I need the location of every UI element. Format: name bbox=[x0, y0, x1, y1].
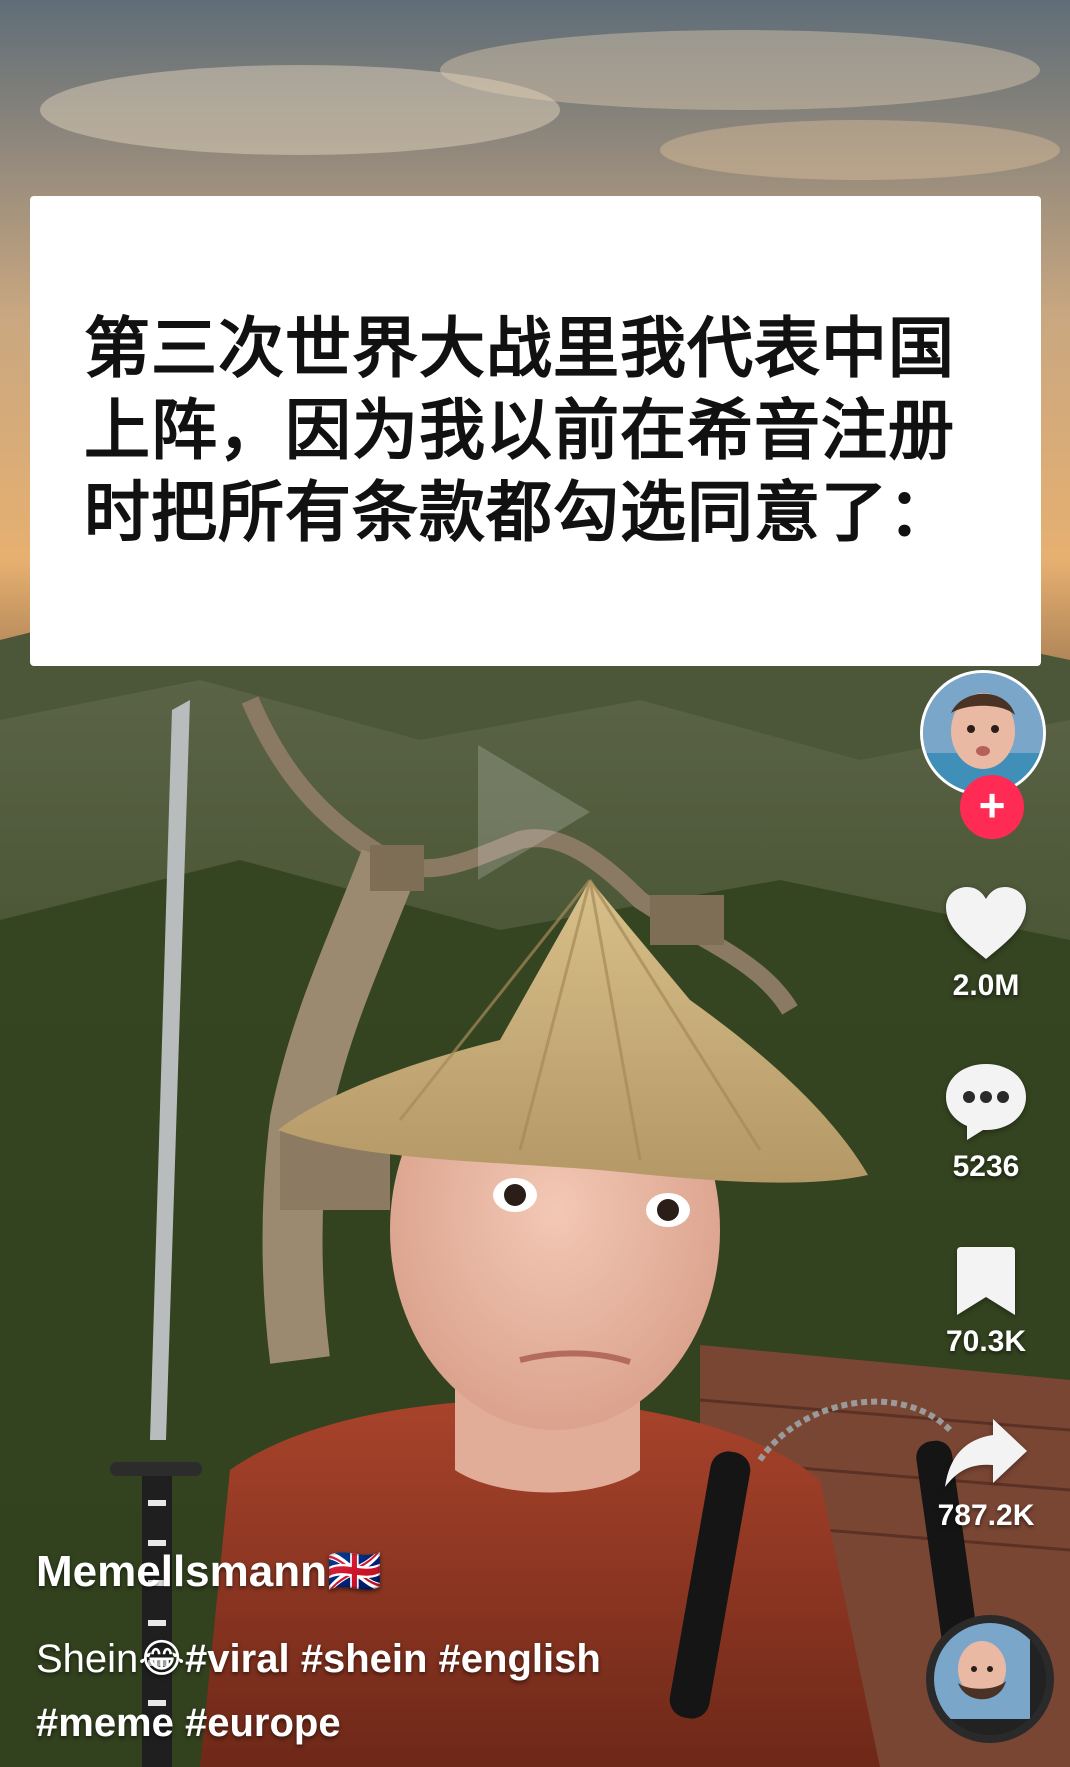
share-button[interactable]: 787.2K bbox=[912, 1415, 1060, 1533]
video-description: Shein😂#viral #shein #english #meme #euro… bbox=[36, 1627, 916, 1755]
bookmark-button[interactable]: 70.3K bbox=[912, 1245, 1060, 1359]
caption-text: 第三次世界大战里我代表中国 上阵，因为我以前在希音注册 时把所有条款都勾选同意了… bbox=[84, 310, 955, 551]
hashtag-viral[interactable]: #viral bbox=[185, 1637, 290, 1681]
sound-disc-avatar-image bbox=[934, 1623, 1030, 1719]
plus-icon: + bbox=[978, 779, 1006, 831]
author-avatar-button[interactable]: + bbox=[920, 670, 1046, 839]
follow-button[interactable]: + bbox=[960, 775, 1024, 839]
comment-button[interactable]: 5236 bbox=[912, 1060, 1060, 1184]
hashtag-english[interactable]: #english bbox=[439, 1637, 601, 1681]
author-username[interactable]: Memellsmann🇬🇧 bbox=[36, 1545, 916, 1597]
hashtag-shein[interactable]: #shein bbox=[301, 1637, 428, 1681]
comment-count: 5236 bbox=[952, 1150, 1020, 1183]
bookmark-icon bbox=[957, 1247, 1015, 1315]
hashtag-meme[interactable]: #meme bbox=[36, 1701, 174, 1745]
video-info: Memellsmann🇬🇧 Shein😂#viral #shein #engli… bbox=[36, 1545, 916, 1755]
bookmark-count: 70.3K bbox=[945, 1325, 1027, 1358]
like-button[interactable]: 2.0M bbox=[912, 885, 1060, 1003]
description-text: Shein😂 bbox=[36, 1637, 186, 1681]
like-count: 2.0M bbox=[952, 969, 1020, 1002]
heart-icon bbox=[946, 887, 1026, 959]
hashtag-europe[interactable]: #europe bbox=[185, 1701, 341, 1745]
avatar-image bbox=[923, 673, 1043, 793]
comment-bubble-icon bbox=[946, 1064, 1026, 1140]
caption-card: 第三次世界大战里我代表中国 上阵，因为我以前在希音注册 时把所有条款都勾选同意了… bbox=[30, 196, 1041, 666]
share-arrow-icon bbox=[945, 1419, 1027, 1487]
share-count: 787.2K bbox=[937, 1499, 1035, 1532]
sound-disc[interactable] bbox=[926, 1615, 1054, 1743]
action-rail: + 2.0M 5236 70.3K 787.2K bbox=[912, 660, 1060, 1767]
